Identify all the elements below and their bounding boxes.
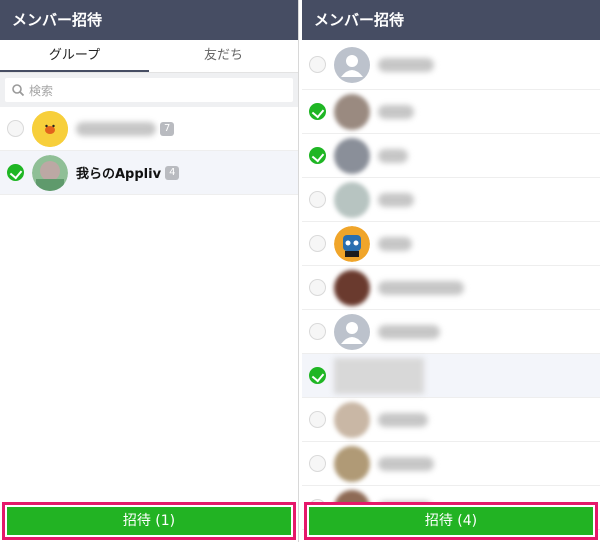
friend-avatar-blurred xyxy=(334,357,424,394)
member-count-badge: 4 xyxy=(165,165,180,180)
friend-name-blurred xyxy=(378,192,414,207)
friend-row[interactable] xyxy=(302,40,600,90)
invite-button-highlight: 招待 (1) xyxy=(2,502,296,540)
tab-bar: グループ 友だち xyxy=(0,40,298,73)
friend-row[interactable] xyxy=(302,354,600,398)
tab-groups[interactable]: グループ xyxy=(0,40,149,72)
friend-name-blurred xyxy=(378,324,440,339)
select-checkbox[interactable] xyxy=(7,120,24,137)
default-person-icon xyxy=(334,313,370,350)
select-checkbox[interactable] xyxy=(309,279,326,296)
friend-name-blurred xyxy=(378,104,414,119)
header-title: メンバー招待 xyxy=(0,0,298,40)
search-input[interactable]: 検索 xyxy=(5,78,293,102)
search-bar: 検索 xyxy=(0,73,298,107)
select-checkbox[interactable] xyxy=(309,411,326,428)
friend-row[interactable] xyxy=(302,134,600,178)
invite-button[interactable]: 招待 (1) xyxy=(7,507,291,535)
left-screen: メンバー招待 グループ 友だち 検索 7 我らのAppliv 4 招待 (1) xyxy=(0,0,298,542)
group-avatar xyxy=(32,110,68,147)
select-checkbox[interactable] xyxy=(309,455,326,472)
search-icon xyxy=(12,84,25,97)
friend-avatar-blurred xyxy=(334,137,370,174)
header-title: メンバー招待 xyxy=(302,0,600,40)
friend-name-blurred xyxy=(378,412,428,427)
friend-avatar-blurred xyxy=(334,93,370,130)
friend-row[interactable] xyxy=(302,90,600,134)
friend-avatar-blurred xyxy=(334,269,370,306)
friend-row[interactable] xyxy=(302,398,600,442)
friend-row[interactable] xyxy=(302,222,600,266)
friend-name-blurred xyxy=(378,148,408,163)
right-screen: メンバー招待 招待 (4) xyxy=(302,0,600,542)
invite-button-highlight: 招待 (4) xyxy=(304,502,598,540)
friend-row[interactable] xyxy=(302,266,600,310)
friend-avatar-blurred xyxy=(334,181,370,218)
select-checkbox[interactable] xyxy=(309,191,326,208)
default-person-icon xyxy=(334,46,370,83)
select-checkbox-checked[interactable] xyxy=(7,164,24,181)
select-checkbox-checked[interactable] xyxy=(309,147,326,164)
group-row[interactable]: 我らのAppliv 4 xyxy=(0,151,298,195)
select-checkbox[interactable] xyxy=(309,235,326,252)
group-photo-icon xyxy=(32,154,68,191)
sally-icon xyxy=(32,110,68,147)
select-checkbox[interactable] xyxy=(309,323,326,340)
friend-name-blurred xyxy=(378,236,412,251)
friend-row[interactable] xyxy=(302,310,600,354)
select-checkbox[interactable] xyxy=(309,56,326,73)
friend-avatar-blurred xyxy=(334,445,370,482)
friend-avatar-blurred xyxy=(334,401,370,438)
tab-friends[interactable]: 友だち xyxy=(149,40,298,72)
friend-row[interactable] xyxy=(302,442,600,486)
group-avatar xyxy=(32,154,68,191)
select-checkbox-checked[interactable] xyxy=(309,103,326,120)
search-placeholder: 検索 xyxy=(29,83,54,98)
friend-row[interactable] xyxy=(302,178,600,222)
member-count-badge: 7 xyxy=(160,121,175,136)
friend-list xyxy=(302,40,600,530)
invite-button[interactable]: 招待 (4) xyxy=(309,507,593,535)
group-row[interactable]: 7 xyxy=(0,107,298,151)
friend-name-blurred xyxy=(378,280,464,295)
character-icon xyxy=(334,225,370,262)
friend-name-blurred xyxy=(378,456,434,471)
group-name: 我らのAppliv xyxy=(76,167,162,182)
friend-name-blurred xyxy=(378,57,434,72)
group-name-blurred xyxy=(76,121,156,136)
friend-avatar xyxy=(334,225,370,262)
select-checkbox-checked[interactable] xyxy=(309,367,326,384)
